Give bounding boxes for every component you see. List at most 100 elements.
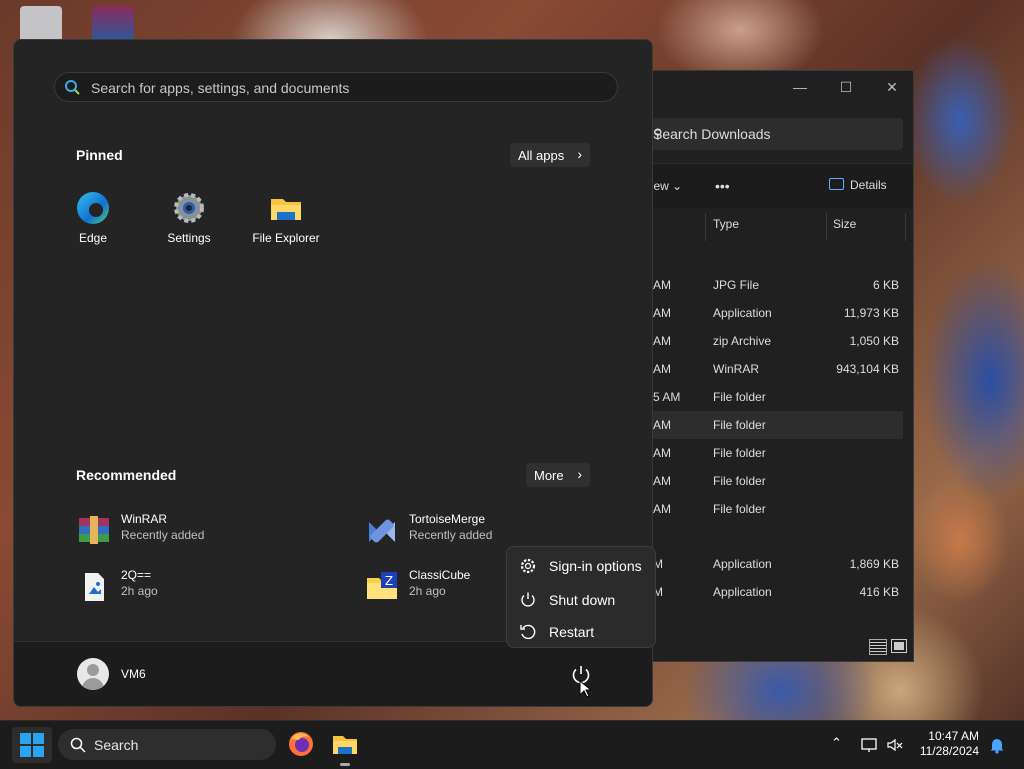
column-header-size[interactable]: Size	[833, 217, 856, 239]
recommended-item[interactable]: TortoiseMerge Recently added	[365, 510, 605, 550]
running-app-indicator	[340, 763, 350, 766]
file-row[interactable]: M Application 1,869 KB	[613, 550, 903, 578]
more-options-button[interactable]: •••	[715, 178, 730, 194]
file-type: WinRAR	[713, 362, 760, 376]
file-time: AM	[653, 446, 671, 460]
explorer-title-bar[interactable]: — ☐ ✕	[613, 71, 913, 103]
column-header-type[interactable]: Type	[713, 217, 739, 239]
file-explorer-taskbar-icon[interactable]	[330, 729, 360, 759]
file-row[interactable]: AM File folder	[613, 495, 903, 523]
taskbar-search-label: Search	[94, 737, 139, 753]
folder-icon	[271, 199, 301, 220]
start-search-input[interactable]: Search for apps, settings, and documents	[54, 72, 618, 102]
firefox-icon[interactable]	[286, 729, 316, 759]
file-type: Application	[713, 557, 772, 571]
file-time: AM	[653, 362, 671, 376]
edge-icon	[77, 192, 109, 224]
column-separator[interactable]	[705, 213, 706, 241]
more-label: More	[534, 468, 564, 483]
user-silhouette-body	[82, 678, 104, 690]
taskbar: Search ⌃ 10:47 AM 11/28/2024	[0, 720, 1024, 769]
details-pane-icon	[829, 178, 844, 190]
column-separator[interactable]	[905, 213, 906, 241]
details-button[interactable]: Details	[829, 178, 887, 192]
show-hidden-icons-chevron[interactable]: ⌃	[831, 735, 842, 751]
search-downloads-input[interactable]: Search Downloads ⚲	[643, 118, 903, 150]
maximize-button[interactable]: ☐	[831, 75, 861, 99]
file-row[interactable]: AM Application 11,973 KB	[613, 299, 903, 327]
file-type: File folder	[713, 390, 766, 404]
chevron-down-icon: ⌄	[672, 179, 683, 193]
menu-item-label: Restart	[549, 624, 595, 640]
recommended-item-name: ClassiCube	[409, 568, 471, 582]
close-button[interactable]: ✕	[877, 75, 907, 99]
file-row[interactable]: AM JPG File 6 KB	[613, 271, 903, 299]
recommended-item-name: 2Q==	[121, 568, 152, 582]
tortoisemerge-icon	[369, 519, 395, 543]
recycle-bin-icon[interactable]	[20, 6, 62, 42]
folder-zip-icon: Z	[367, 572, 397, 599]
file-time: AM	[653, 306, 671, 320]
settings-gear-icon	[174, 193, 204, 223]
details-view-icon[interactable]	[869, 639, 887, 655]
recommended-item[interactable]: WinRAR Recently added	[77, 510, 317, 550]
recommended-item-detail: Recently added	[409, 528, 493, 542]
all-apps-label: All apps	[518, 148, 565, 163]
file-type: JPG File	[713, 278, 760, 292]
chevron-right-icon: ›	[577, 146, 582, 162]
large-icons-view-icon[interactable]	[891, 639, 907, 653]
recommended-heading: Recommended	[76, 467, 177, 483]
file-type: File folder	[713, 418, 766, 432]
clock-date: 11/28/2024	[919, 744, 979, 758]
pinned-heading: Pinned	[76, 147, 123, 163]
file-explorer-window[interactable]: — ☐ ✕ Search Downloads ⚲ View ⌄ ••• Deta…	[612, 70, 914, 662]
user-avatar[interactable]	[77, 658, 109, 690]
pinned-app-label: File Explorer	[252, 231, 320, 245]
restart-item[interactable]: Restart	[507, 617, 655, 647]
file-size: 416 KB	[859, 585, 899, 599]
taskbar-search-box[interactable]: Search	[58, 729, 276, 760]
more-button[interactable]: More ›	[526, 463, 590, 487]
file-row[interactable]: AM WinRAR 943,104 KB	[613, 355, 903, 383]
file-row[interactable]: M Application 416 KB	[613, 578, 903, 606]
file-time: AM	[653, 418, 671, 432]
recommended-item-detail: Recently added	[121, 528, 205, 542]
volume-muted-icon[interactable]	[886, 736, 904, 754]
clock-time: 10:47 AM	[928, 729, 979, 743]
file-time: AM	[653, 278, 671, 292]
file-row[interactable]: AM zip Archive 1,050 KB	[613, 327, 903, 355]
all-apps-button[interactable]: All apps ›	[510, 143, 590, 167]
power-menu: Sign-in options Shut down Restart	[506, 546, 656, 648]
sign-in-options-item[interactable]: Sign-in options	[507, 551, 655, 581]
system-clock[interactable]: 10:47 AM 11/28/2024	[920, 729, 979, 759]
chevron-right-icon: ›	[577, 466, 582, 482]
search-icon	[65, 80, 80, 95]
file-size: 11,973 KB	[843, 306, 899, 320]
network-icon[interactable]	[860, 736, 878, 754]
file-type: File folder	[713, 474, 766, 488]
recommended-item-name: WinRAR	[121, 512, 168, 526]
minimize-button[interactable]: —	[785, 75, 815, 99]
recommended-item[interactable]: 2Q== 2h ago	[77, 566, 317, 606]
file-type: zip Archive	[713, 334, 772, 348]
menu-item-label: Sign-in options	[549, 558, 642, 574]
file-row[interactable]: AM File folder	[613, 439, 903, 467]
file-time: AM	[653, 502, 671, 516]
pinned-app-label: Edge	[78, 231, 108, 245]
file-row[interactable]: 5 AM File folder	[613, 383, 903, 411]
winrar-desktop-icon[interactable]	[92, 6, 134, 42]
start-button[interactable]	[12, 727, 52, 763]
user-name[interactable]: VM6	[121, 667, 146, 681]
file-time: AM	[653, 474, 671, 488]
start-search-placeholder: Search for apps, settings, and documents	[91, 80, 350, 96]
power-icon	[521, 592, 535, 607]
file-type: Application	[713, 585, 772, 599]
search-icon	[70, 737, 86, 753]
file-row[interactable]: AM File folder	[613, 467, 903, 495]
file-type: Application	[713, 306, 772, 320]
notification-bell-icon[interactable]	[988, 736, 1006, 754]
shut-down-item[interactable]: Shut down	[507, 585, 655, 615]
column-separator[interactable]	[826, 213, 827, 241]
file-type: File folder	[713, 446, 766, 460]
file-row-selected[interactable]: AM File folder	[613, 411, 903, 439]
